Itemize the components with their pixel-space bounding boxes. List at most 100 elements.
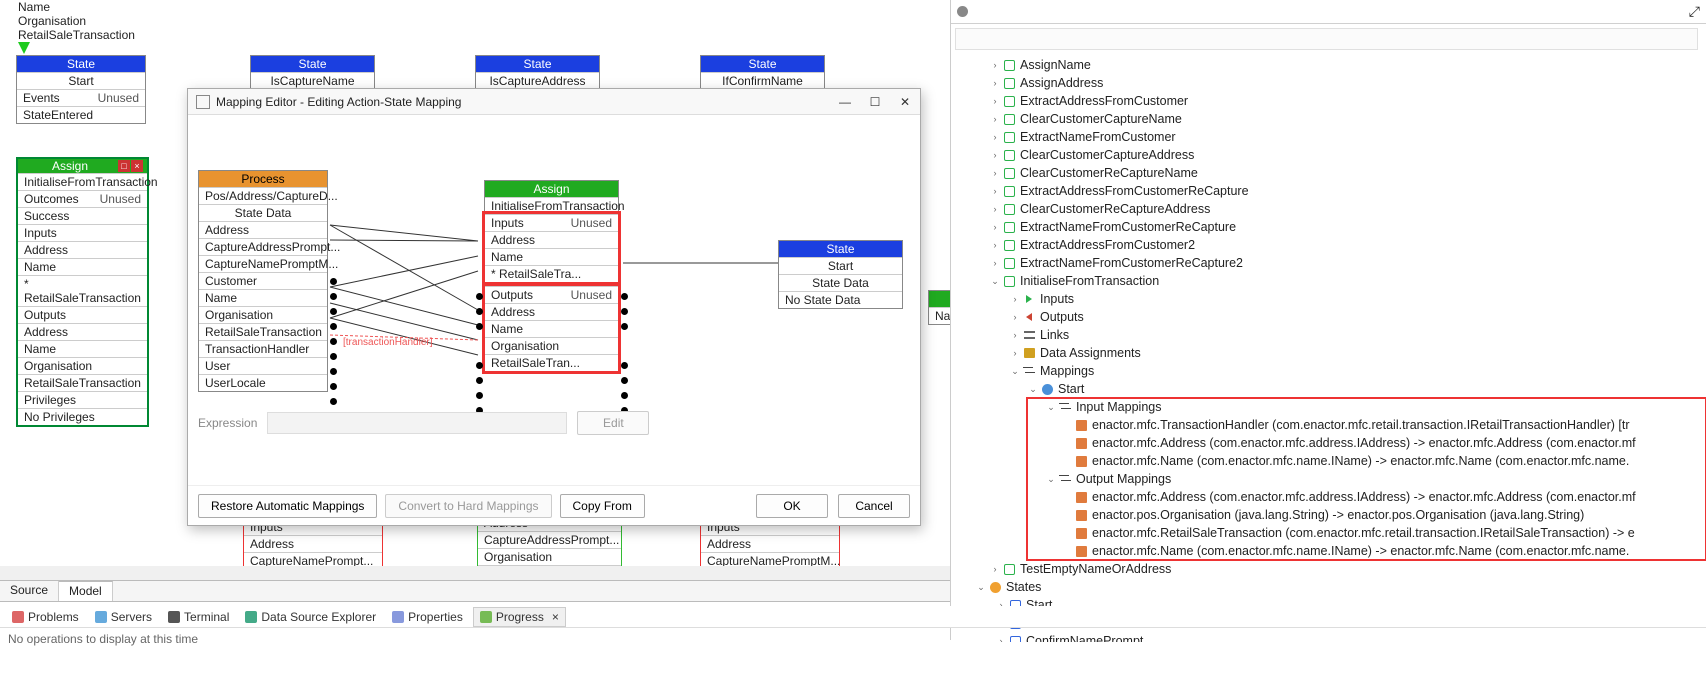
process-node[interactable]: Process Pos/Address/CaptureD... State Da… [198, 170, 328, 392]
tab-source[interactable]: Source [0, 581, 59, 601]
state-node[interactable]: State IsCaptureName [250, 55, 375, 90]
tree-item[interactable]: ConfirmNamePrompt [1026, 632, 1143, 642]
maximize-icon[interactable]: ⤢ [1689, 3, 1700, 20]
view-servers[interactable]: Servers [89, 608, 158, 626]
collapse-icon[interactable]: ⌄ [1027, 380, 1039, 398]
node-row[interactable]: TransactionHandler [199, 340, 327, 357]
port[interactable] [330, 323, 337, 330]
port[interactable] [476, 308, 483, 315]
port[interactable] [621, 323, 628, 330]
node-row[interactable]: Customer [199, 272, 327, 289]
port[interactable] [621, 377, 628, 384]
port[interactable] [476, 392, 483, 399]
node-row[interactable]: User [199, 357, 327, 374]
state-node[interactable]: State IsCaptureAddress [475, 55, 600, 90]
tree-item[interactable]: ExtractAddressFromCustomer [1020, 92, 1188, 110]
port[interactable] [476, 377, 483, 384]
expand-icon[interactable]: › [989, 146, 1001, 164]
node-row[interactable]: RetailSaleTransaction [199, 323, 327, 340]
expand-icon[interactable]: › [1009, 290, 1021, 308]
port[interactable] [330, 368, 337, 375]
ok-button[interactable]: OK [756, 494, 828, 518]
maximize-button[interactable]: ☐ [868, 95, 882, 109]
node-row[interactable]: Name [485, 248, 618, 265]
expand-icon[interactable]: › [1009, 326, 1021, 344]
node-row[interactable]: RetailSaleTran... [485, 354, 618, 371]
tree-item[interactable]: ExtractNameFromCustomerReCapture2 [1020, 254, 1243, 272]
expand-icon[interactable]: › [989, 218, 1001, 236]
state-node-start[interactable]: State Start EventsUnused StateEntered [16, 55, 146, 124]
collapse-icon[interactable]: ⌄ [989, 272, 1001, 290]
node-row[interactable]: * RetailSaleTra... [485, 265, 618, 282]
tree-item[interactable]: TestEmptyNameOrAddress [1020, 560, 1171, 578]
tree-item[interactable]: enactor.mfc.Name (com.enactor.mfc.name.I… [1092, 452, 1629, 470]
tree-item[interactable]: enactor.mfc.Address (com.enactor.mfc.add… [1092, 488, 1636, 506]
tree-item[interactable]: Start [1058, 380, 1084, 398]
node-row[interactable]: Name [485, 320, 618, 337]
collapse-icon[interactable]: ⌄ [1045, 470, 1057, 488]
tree-item-input-mappings[interactable]: Input Mappings [1076, 398, 1161, 416]
close-icon[interactable]: × [131, 160, 143, 172]
expand-icon[interactable]: › [989, 56, 1001, 74]
port[interactable] [621, 308, 628, 315]
view-terminal[interactable]: Terminal [162, 608, 235, 626]
assign-node[interactable]: Assign InitialiseFromTransaction InputsU… [484, 180, 619, 372]
tree-item[interactable]: ClearCustomerCaptureAddress [1020, 146, 1194, 164]
tree-item[interactable]: enactor.mfc.Name (com.enactor.mfc.name.I… [1092, 542, 1629, 560]
port[interactable] [621, 362, 628, 369]
tree-item[interactable]: AssignName [1020, 56, 1091, 74]
node-row[interactable]: Organisation [199, 306, 327, 323]
tree-item[interactable]: ExtractNameFromCustomerReCapture [1020, 218, 1236, 236]
port[interactable] [476, 293, 483, 300]
tree-item[interactable]: Mappings [1040, 362, 1094, 380]
port[interactable] [330, 293, 337, 300]
node-row[interactable]: Address [485, 231, 618, 248]
tree-item[interactable]: enactor.pos.Organisation (java.lang.Stri… [1092, 506, 1584, 524]
close-button[interactable]: ✕ [898, 95, 912, 109]
close-view-icon[interactable]: × [552, 610, 559, 624]
tree-item[interactable]: InitialiseFromTransaction [1020, 272, 1159, 290]
node-row[interactable]: UserLocale [199, 374, 327, 391]
port[interactable] [476, 362, 483, 369]
expand-icon[interactable]: › [989, 110, 1001, 128]
gear-icon[interactable] [957, 6, 968, 17]
node-row[interactable]: Address [199, 221, 327, 238]
port[interactable] [621, 392, 628, 399]
tree-item[interactable]: ClearCustomerCaptureName [1020, 110, 1182, 128]
view-progress[interactable]: Progress× [473, 607, 566, 627]
node-row[interactable]: CaptureNamePromptM... [199, 255, 327, 272]
tree-item[interactable]: AssignAddress [1020, 74, 1103, 92]
collapse-icon[interactable]: ⌄ [1045, 398, 1057, 416]
port[interactable] [330, 353, 337, 360]
collapse-icon[interactable]: ⌄ [975, 578, 987, 596]
tree-item[interactable]: enactor.mfc.RetailSaleTransaction (com.e… [1092, 524, 1635, 542]
tab-model[interactable]: Model [59, 581, 113, 601]
node-row[interactable]: Organisation [485, 337, 618, 354]
minimize-button[interactable]: — [838, 95, 852, 109]
tree-item[interactable]: ExtractAddressFromCustomer2 [1020, 236, 1195, 254]
view-properties[interactable]: Properties [386, 608, 469, 626]
dialog-titlebar[interactable]: Mapping Editor - Editing Action-State Ma… [188, 89, 920, 115]
port[interactable] [330, 308, 337, 315]
expand-icon[interactable]: › [989, 236, 1001, 254]
search-input[interactable] [955, 28, 1698, 50]
expand-icon[interactable]: › [989, 560, 1001, 578]
expand-icon[interactable]: › [989, 74, 1001, 92]
expand-icon[interactable]: › [995, 632, 1007, 642]
view-problems[interactable]: Problems [6, 608, 85, 626]
restore-mappings-button[interactable]: Restore Automatic Mappings [198, 494, 377, 518]
tree-item[interactable]: ExtractNameFromCustomer [1020, 128, 1176, 146]
tree-item[interactable]: enactor.mfc.Address (com.enactor.mfc.add… [1092, 434, 1636, 452]
expand-icon[interactable]: › [1009, 344, 1021, 362]
node-row[interactable]: CaptureAddressPrompt... [199, 238, 327, 255]
collapse-icon[interactable]: ⌄ [1009, 362, 1021, 380]
tree-item-states[interactable]: States [1006, 578, 1041, 596]
expand-icon[interactable]: › [989, 128, 1001, 146]
tree-item[interactable]: Outputs [1040, 308, 1084, 326]
port[interactable] [621, 293, 628, 300]
tree-item[interactable]: Links [1040, 326, 1069, 344]
state-node[interactable]: State IfConfirmName [700, 55, 825, 90]
tree-item-output-mappings[interactable]: Output Mappings [1076, 470, 1171, 488]
node-row[interactable]: Address [485, 303, 618, 320]
expand-icon[interactable]: › [989, 182, 1001, 200]
